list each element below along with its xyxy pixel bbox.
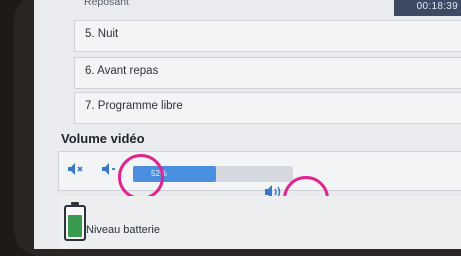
list-item-avant-repas[interactable]: 6. Avant repas [74, 57, 461, 89]
list-item-label: 5. Nuit [85, 28, 119, 40]
highlight-circle-volume-down [118, 154, 164, 200]
list-item-label: 7. Programme libre [85, 100, 183, 112]
clock: 00:18:39 [416, 1, 458, 12]
volume-down-icon[interactable] [101, 162, 119, 181]
battery-icon [64, 202, 86, 241]
list-item-label: 6. Avant repas [85, 65, 159, 77]
section-title-volume: Volume vidéo [61, 131, 145, 146]
battery-row: Niveau batterie [58, 196, 461, 249]
list-item-nuit[interactable]: 5. Nuit [74, 20, 461, 52]
mute-icon[interactable] [67, 162, 85, 181]
status-bar: 00:18:39 [394, 0, 461, 16]
battery-fill [68, 215, 82, 237]
list-item-partial[interactable]: Reposant [84, 0, 129, 8]
battery-label: Niveau batterie [86, 224, 160, 236]
list-item-programme-libre[interactable]: 7. Programme libre [74, 92, 461, 124]
screen: 00:18:39 Reposant 5. Nuit 6. Avant repas… [34, 0, 461, 249]
